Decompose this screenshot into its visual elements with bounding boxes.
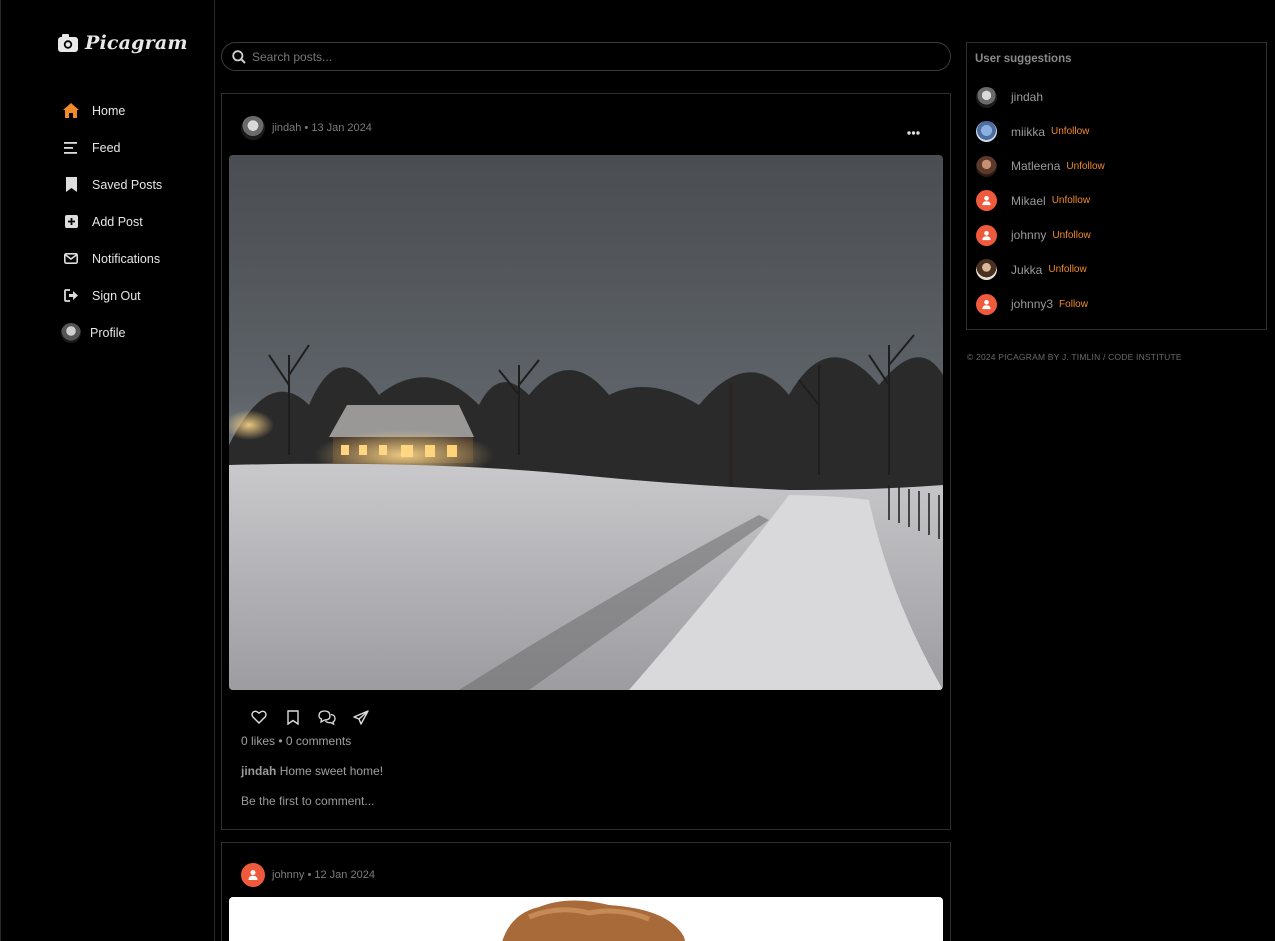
suggestions-list: jindah miikka Unfollow Matleena Unfollow… bbox=[976, 80, 1105, 322]
nav-saved-posts[interactable]: Saved Posts bbox=[63, 166, 162, 203]
post-meta[interactable]: johnny • 12 Jan 2024 bbox=[272, 869, 375, 881]
post-card: jindah • 13 Jan 2024 0 likes • 0 comment… bbox=[221, 93, 951, 830]
suggestion-row: johnny3 Follow bbox=[976, 287, 1105, 322]
avatar[interactable] bbox=[976, 293, 997, 315]
nav-add-post-label: Add Post bbox=[92, 214, 143, 229]
search-icon bbox=[232, 49, 246, 64]
avatar[interactable] bbox=[976, 190, 997, 212]
avatar[interactable] bbox=[976, 86, 997, 108]
camera-icon bbox=[58, 34, 78, 52]
avatar[interactable] bbox=[976, 259, 997, 281]
suggestions-title: User suggestions bbox=[975, 53, 1072, 65]
footer-copyright[interactable]: © 2024 PICAGRAM BY J. TIMLIN / CODE INST… bbox=[967, 352, 1182, 362]
suggestion-username[interactable]: jindah bbox=[1011, 90, 1043, 104]
follow-toggle-button[interactable]: Unfollow bbox=[1052, 195, 1090, 206]
post-caption: jindah Home sweet home! bbox=[241, 764, 383, 778]
post-actions bbox=[250, 708, 370, 726]
nav-notifications-label: Notifications bbox=[92, 251, 161, 266]
avatar[interactable] bbox=[976, 121, 997, 143]
search-bar[interactable] bbox=[221, 42, 951, 71]
nav-profile-label: Profile bbox=[90, 325, 126, 340]
nav-home-label: Home bbox=[92, 103, 126, 118]
share-send-icon[interactable] bbox=[352, 708, 370, 726]
logo[interactable]: Picagram bbox=[57, 32, 188, 54]
suggestion-username[interactable]: Jukka bbox=[1011, 263, 1042, 277]
save-bookmark-icon[interactable] bbox=[284, 708, 302, 726]
like-heart-icon[interactable] bbox=[250, 708, 268, 726]
nav-sign-out-label: Sign Out bbox=[92, 288, 141, 303]
user-suggestions-panel: User suggestions jindah miikka Unfollow … bbox=[966, 42, 1267, 330]
suggestion-username[interactable]: miikka bbox=[1011, 125, 1045, 139]
comments-icon[interactable] bbox=[318, 708, 336, 726]
envelope-icon bbox=[63, 251, 79, 267]
nav-feed-label: Feed bbox=[92, 140, 121, 155]
caption-author[interactable]: jindah bbox=[241, 764, 276, 778]
avatar[interactable] bbox=[241, 116, 265, 140]
follow-toggle-button[interactable]: Unfollow bbox=[1052, 230, 1090, 241]
logo-text: Picagram bbox=[85, 32, 188, 54]
post-card: johnny • 12 Jan 2024 bbox=[221, 842, 951, 941]
follow-toggle-button[interactable]: Unfollow bbox=[1066, 161, 1104, 172]
avatar[interactable] bbox=[241, 863, 265, 887]
follow-toggle-button[interactable]: Follow bbox=[1059, 299, 1088, 310]
suggestion-row: miikka Unfollow bbox=[976, 115, 1105, 150]
nav-notifications[interactable]: Notifications bbox=[63, 240, 162, 277]
suggestion-username[interactable]: johnny bbox=[1011, 228, 1046, 242]
nav-add-post[interactable]: Add Post bbox=[63, 203, 162, 240]
add-icon bbox=[63, 214, 79, 230]
suggestion-row: johnny Unfollow bbox=[976, 218, 1105, 253]
suggestion-row: Matleena Unfollow bbox=[976, 149, 1105, 184]
signout-icon bbox=[63, 288, 79, 304]
post-image[interactable] bbox=[229, 897, 943, 941]
bookmark-icon bbox=[63, 177, 79, 193]
nav-profile[interactable]: Profile bbox=[61, 314, 162, 351]
avatar bbox=[61, 322, 81, 343]
post-meta[interactable]: jindah • 13 Jan 2024 bbox=[272, 122, 372, 134]
suggestion-row: jindah bbox=[976, 80, 1105, 115]
suggestion-row: Jukka Unfollow bbox=[976, 253, 1105, 288]
post-header: johnny • 12 Jan 2024 bbox=[241, 863, 375, 887]
follow-toggle-button[interactable]: Unfollow bbox=[1051, 126, 1089, 137]
post-image[interactable] bbox=[229, 155, 943, 690]
suggestion-username[interactable]: johnny3 bbox=[1011, 297, 1053, 311]
avatar[interactable] bbox=[976, 155, 997, 177]
avatar[interactable] bbox=[976, 224, 997, 246]
likes-comments-count: 0 likes • 0 comments bbox=[241, 734, 352, 748]
nav-sign-out[interactable]: Sign Out bbox=[63, 277, 162, 314]
nav-home[interactable]: Home bbox=[63, 92, 162, 129]
suggestion-username[interactable]: Matleena bbox=[1011, 159, 1060, 173]
first-comment-prompt[interactable]: Be the first to comment... bbox=[241, 794, 374, 808]
feed-icon bbox=[63, 140, 79, 156]
more-options-icon[interactable] bbox=[907, 122, 920, 140]
nav-saved-posts-label: Saved Posts bbox=[92, 177, 163, 192]
nav-feed[interactable]: Feed bbox=[63, 129, 162, 166]
suggestion-row: Mikael Unfollow bbox=[976, 184, 1105, 219]
search-input[interactable] bbox=[252, 49, 902, 64]
home-icon bbox=[63, 103, 79, 119]
caption-text: Home sweet home! bbox=[279, 764, 384, 778]
sidebar: Picagram Home Feed Saved Posts Add Post bbox=[0, 0, 215, 941]
post-header: jindah • 13 Jan 2024 bbox=[241, 116, 372, 140]
follow-toggle-button[interactable]: Unfollow bbox=[1048, 264, 1086, 275]
main-nav: Home Feed Saved Posts Add Post Notificat… bbox=[61, 92, 162, 351]
suggestion-username[interactable]: Mikael bbox=[1011, 194, 1046, 208]
